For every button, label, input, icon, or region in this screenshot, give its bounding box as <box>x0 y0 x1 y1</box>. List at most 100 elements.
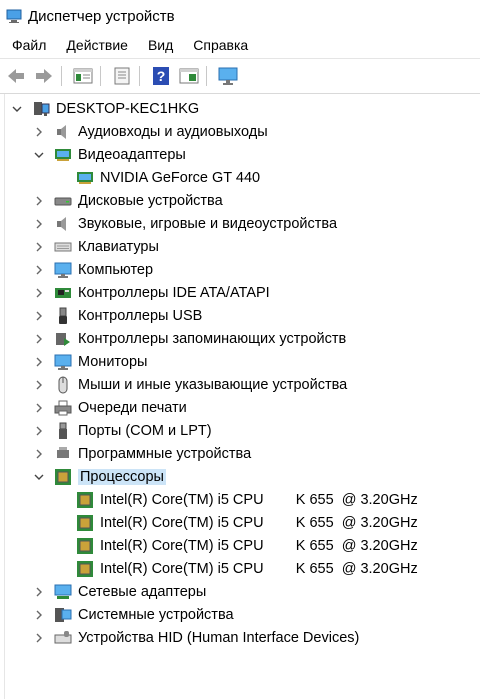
view-icon[interactable] <box>177 64 201 88</box>
back-icon[interactable] <box>4 64 28 88</box>
chevron-right-icon[interactable] <box>32 585 46 599</box>
chevron-right-icon[interactable] <box>32 631 46 645</box>
display-adapter-icon <box>54 146 72 164</box>
tree-category-label: Порты (COM и LPT) <box>78 423 212 439</box>
hid-icon <box>54 629 72 647</box>
tree-device-label: Intel(R) Core(TM) i5 CPU K 655 @ 3.20GHz <box>100 561 418 577</box>
chevron-right-icon[interactable] <box>32 332 46 346</box>
tree-category-label: Видеоадаптеры <box>78 147 186 163</box>
computer-icon <box>32 100 50 118</box>
tree-device[interactable]: Intel(R) Core(TM) i5 CPU K 655 @ 3.20GHz <box>76 512 418 534</box>
toolbar-separator <box>100 66 101 86</box>
chevron-down-icon[interactable] <box>32 148 46 162</box>
menu-help[interactable]: Справка <box>185 37 256 53</box>
chevron-right-icon[interactable] <box>32 240 46 254</box>
tree-category-label: Системные устройства <box>78 607 234 623</box>
tree-category[interactable]: Очереди печати <box>32 397 187 419</box>
tree-category-label: Аудиовходы и аудиовыходы <box>78 124 268 140</box>
tree-category[interactable]: Процессоры <box>32 466 166 488</box>
tree-device[interactable]: Intel(R) Core(TM) i5 CPU K 655 @ 3.20GHz <box>76 489 418 511</box>
tree-device[interactable]: Intel(R) Core(TM) i5 CPU K 655 @ 3.20GHz <box>76 535 418 557</box>
update-driver-icon[interactable] <box>110 64 134 88</box>
tree-category-label: Компьютер <box>78 262 154 278</box>
menu-file[interactable]: Файл <box>4 37 54 53</box>
tree-root[interactable]: DESKTOP-KEC1HKG <box>10 98 199 120</box>
computer-icon <box>54 261 72 279</box>
tree-category[interactable]: Клавиатуры <box>32 236 159 258</box>
ide-icon <box>54 284 72 302</box>
tree-device-label: Intel(R) Core(TM) i5 CPU K 655 @ 3.20GHz <box>100 492 418 508</box>
menu-action[interactable]: Действие <box>58 37 136 53</box>
toolbar-separator <box>206 66 207 86</box>
chevron-right-icon[interactable] <box>32 424 46 438</box>
tree-category[interactable]: Сетевые адаптеры <box>32 581 206 603</box>
chevron-right-icon[interactable] <box>32 286 46 300</box>
printer-icon <box>54 399 72 417</box>
tree-root-label: DESKTOP-KEC1HKG <box>56 101 200 117</box>
title-bar: Диспетчер устройств <box>0 0 480 32</box>
forward-icon[interactable] <box>32 64 56 88</box>
tree-category-label: Контроллеры USB <box>78 308 203 324</box>
device-manager-icon <box>6 8 22 24</box>
properties-icon[interactable] <box>71 64 95 88</box>
tree-category-label-selected: Процессоры <box>78 469 166 485</box>
chevron-right-icon[interactable] <box>32 194 46 208</box>
chevron-right-icon[interactable] <box>32 355 46 369</box>
tree-category-label: Дисковые устройства <box>78 193 223 209</box>
processor-icon <box>76 491 94 509</box>
disk-icon <box>54 192 72 210</box>
tree-category[interactable]: Контроллеры USB <box>32 305 202 327</box>
chevron-right-icon[interactable] <box>32 125 46 139</box>
tree-category[interactable]: Мыши и иные указывающие устройства <box>32 374 347 396</box>
monitor-icon[interactable] <box>216 64 240 88</box>
tree-category-label: Программные устройства <box>78 446 252 462</box>
port-icon <box>54 422 72 440</box>
tree-category-label: Мыши и иные указывающие устройства <box>78 377 348 393</box>
mouse-icon <box>54 376 72 394</box>
tree-device-label: NVIDIA GeForce GT 440 <box>100 170 261 186</box>
chevron-right-icon[interactable] <box>32 378 46 392</box>
tree-category[interactable]: Видеоадаптеры <box>32 144 186 166</box>
chevron-right-icon[interactable] <box>32 447 46 461</box>
help-icon[interactable]: ? <box>149 64 173 88</box>
tree-device-label: Intel(R) Core(TM) i5 CPU K 655 @ 3.20GHz <box>100 515 418 531</box>
display-adapter-icon <box>76 169 94 187</box>
chevron-right-icon[interactable] <box>32 217 46 231</box>
system-icon <box>54 606 72 624</box>
keyboard-icon <box>54 238 72 256</box>
device-tree: DESKTOP-KEC1HKG Аудиовходы и аудиовыходы… <box>0 94 480 699</box>
speaker-icon <box>54 123 72 141</box>
tree-category[interactable]: Мониторы <box>32 351 147 373</box>
tree-category[interactable]: Порты (COM и LPT) <box>32 420 212 442</box>
chevron-down-icon[interactable] <box>10 102 24 116</box>
chevron-right-icon[interactable] <box>32 401 46 415</box>
tree-device[interactable]: NVIDIA GeForce GT 440 <box>76 167 260 189</box>
tree-category[interactable]: Контроллеры IDE ATA/ATAPI <box>32 282 270 304</box>
chevron-right-icon[interactable] <box>32 263 46 277</box>
usb-icon <box>54 307 72 325</box>
tree-category[interactable]: Дисковые устройства <box>32 190 223 212</box>
tree-border <box>4 94 5 699</box>
chevron-right-icon[interactable] <box>32 309 46 323</box>
tree-category[interactable]: Программные устройства <box>32 443 251 465</box>
storage-icon <box>54 330 72 348</box>
tree-category-label: Устройства HID (Human Interface Devices) <box>78 630 360 646</box>
sound-icon <box>54 215 72 233</box>
tree-category[interactable]: Аудиовходы и аудиовыходы <box>32 121 268 143</box>
tree-device-label: Intel(R) Core(TM) i5 CPU K 655 @ 3.20GHz <box>100 538 418 554</box>
processor-icon <box>76 560 94 578</box>
menu-bar: Файл Действие Вид Справка <box>0 32 480 58</box>
toolbar-separator <box>139 66 140 86</box>
tree-category[interactable]: Звуковые, игровые и видеоустройства <box>32 213 337 235</box>
tree-category-label: Контроллеры IDE ATA/ATAPI <box>78 285 270 301</box>
tree-category[interactable]: Системные устройства <box>32 604 234 626</box>
chevron-down-icon[interactable] <box>32 470 46 484</box>
toolbar: ? <box>0 58 480 94</box>
tree-category[interactable]: Устройства HID (Human Interface Devices) <box>32 627 359 649</box>
software-device-icon <box>54 445 72 463</box>
tree-category[interactable]: Компьютер <box>32 259 153 281</box>
chevron-right-icon[interactable] <box>32 608 46 622</box>
tree-category[interactable]: Контроллеры запоминающих устройств <box>32 328 346 350</box>
tree-device[interactable]: Intel(R) Core(TM) i5 CPU K 655 @ 3.20GHz <box>76 558 418 580</box>
menu-view[interactable]: Вид <box>140 37 181 53</box>
